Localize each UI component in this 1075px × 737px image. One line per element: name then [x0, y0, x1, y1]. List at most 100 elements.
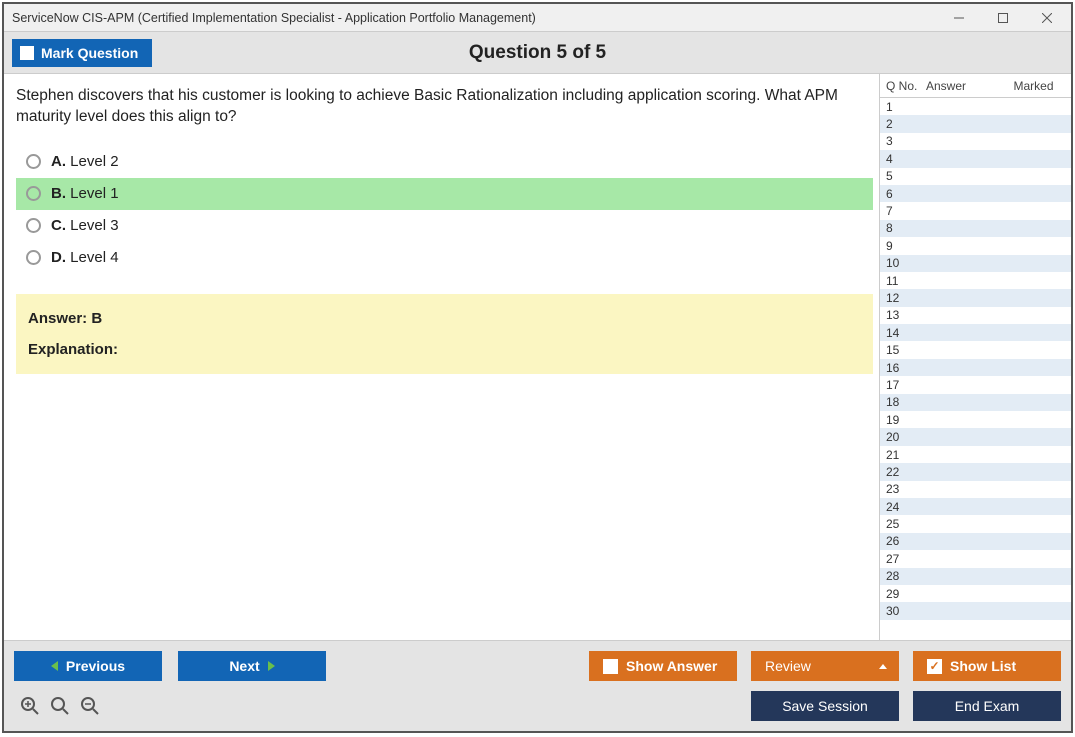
question-list-row[interactable]: 28 — [880, 568, 1071, 585]
maximize-button[interactable] — [981, 5, 1025, 31]
zoom-reset-button[interactable] — [18, 694, 42, 718]
radio-icon — [26, 218, 41, 233]
radio-icon — [26, 186, 41, 201]
option-label: B. Level 1 — [51, 185, 119, 202]
explanation-label: Explanation: — [28, 341, 861, 358]
question-panel: Stephen discovers that his customer is l… — [4, 74, 879, 640]
mark-question-label: Mark Question — [41, 45, 138, 61]
radio-icon — [26, 154, 41, 169]
minimize-button[interactable] — [937, 5, 981, 31]
question-list-row[interactable]: 18 — [880, 394, 1071, 411]
show-list-label: Show List — [950, 658, 1016, 674]
question-list-row[interactable]: 22 — [880, 463, 1071, 480]
option-C[interactable]: C. Level 3 — [16, 210, 873, 242]
checkbox-checked-icon: ✓ — [927, 659, 942, 674]
zoom-out-button[interactable] — [78, 694, 102, 718]
question-list-row[interactable]: 13 — [880, 307, 1071, 324]
arrow-right-icon — [268, 661, 275, 671]
previous-button[interactable]: Previous — [14, 651, 162, 681]
question-list-row[interactable]: 11 — [880, 272, 1071, 289]
close-icon — [1042, 13, 1052, 23]
question-list-row[interactable]: 8 — [880, 220, 1071, 237]
question-list-row[interactable]: 24 — [880, 498, 1071, 515]
save-session-button[interactable]: Save Session — [751, 691, 899, 721]
question-list-row[interactable]: 4 — [880, 150, 1071, 167]
answer-label: Answer: B — [28, 310, 861, 327]
question-text: Stephen discovers that his customer is l… — [16, 86, 873, 128]
save-session-label: Save Session — [782, 698, 868, 714]
question-list-row[interactable]: 27 — [880, 550, 1071, 567]
zoom-in-button[interactable] — [48, 694, 72, 718]
review-button[interactable]: Review — [751, 651, 899, 681]
window-title: ServiceNow CIS-APM (Certified Implementa… — [12, 11, 536, 25]
checkbox-icon — [20, 46, 34, 60]
question-list-row[interactable]: 19 — [880, 411, 1071, 428]
zoom-controls — [14, 694, 102, 718]
question-list-row[interactable]: 15 — [880, 341, 1071, 358]
checkbox-icon — [603, 659, 618, 674]
minimize-icon — [954, 13, 964, 23]
show-answer-button[interactable]: Show Answer — [589, 651, 737, 681]
zoom-in-icon — [50, 696, 70, 716]
question-list-row[interactable]: 1 — [880, 98, 1071, 115]
titlebar: ServiceNow CIS-APM (Certified Implementa… — [4, 4, 1071, 32]
window-controls — [937, 5, 1069, 31]
question-list-row[interactable]: 29 — [880, 585, 1071, 602]
question-counter: Question 5 of 5 — [4, 42, 1071, 64]
action-buttons: Show Answer Review ✓ Show List — [589, 651, 1061, 681]
question-list-row[interactable]: 26 — [880, 533, 1071, 550]
close-button[interactable] — [1025, 5, 1069, 31]
option-D[interactable]: D. Level 4 — [16, 242, 873, 274]
zoom-out-icon — [80, 696, 100, 716]
question-list-row[interactable]: 10 — [880, 255, 1071, 272]
question-list-row[interactable]: 5 — [880, 168, 1071, 185]
zoom-reset-icon — [20, 696, 40, 716]
nav-buttons: Previous Next — [14, 651, 326, 681]
footer-row-2: Save Session End Exam — [14, 691, 1061, 721]
end-exam-label: End Exam — [955, 698, 1020, 714]
maximize-icon — [998, 13, 1008, 23]
option-label: D. Level 4 — [51, 249, 119, 266]
show-answer-label: Show Answer — [626, 658, 717, 674]
next-label: Next — [229, 658, 259, 674]
col-header-marked: Marked — [996, 79, 1071, 93]
answer-box: Answer: B Explanation: — [16, 294, 873, 374]
question-list-row[interactable]: 20 — [880, 428, 1071, 445]
option-label: C. Level 3 — [51, 217, 119, 234]
question-list-row[interactable]: 12 — [880, 289, 1071, 306]
question-list-row[interactable]: 14 — [880, 324, 1071, 341]
content-area: Stephen discovers that his customer is l… — [4, 74, 1071, 640]
option-label: A. Level 2 — [51, 153, 119, 170]
question-list-row[interactable]: 16 — [880, 359, 1071, 376]
question-list-row[interactable]: 2 — [880, 115, 1071, 132]
options-list: A. Level 2 B. Level 1 C. Level 3 D. Level 4 — [16, 146, 873, 274]
option-B[interactable]: B. Level 1 — [16, 178, 873, 210]
question-list-row[interactable]: 21 — [880, 446, 1071, 463]
session-buttons: Save Session End Exam — [751, 691, 1061, 721]
question-list-row[interactable]: 17 — [880, 376, 1071, 393]
question-list[interactable]: 1234567891011121314151617181920212223242… — [880, 98, 1071, 640]
question-list-row[interactable]: 7 — [880, 202, 1071, 219]
question-list-row[interactable]: 23 — [880, 481, 1071, 498]
mark-question-button[interactable]: Mark Question — [12, 39, 152, 67]
previous-label: Previous — [66, 658, 125, 674]
header-bar: Mark Question Question 5 of 5 — [4, 32, 1071, 74]
end-exam-button[interactable]: End Exam — [913, 691, 1061, 721]
show-list-button[interactable]: ✓ Show List — [913, 651, 1061, 681]
question-list-row[interactable]: 6 — [880, 185, 1071, 202]
footer-bar: Previous Next Show Answer Review ✓ Show … — [4, 640, 1071, 731]
next-button[interactable]: Next — [178, 651, 326, 681]
col-header-qno: Q No. — [880, 79, 926, 93]
option-A[interactable]: A. Level 2 — [16, 146, 873, 178]
footer-row-1: Previous Next Show Answer Review ✓ Show … — [14, 651, 1061, 681]
question-list-row[interactable]: 25 — [880, 515, 1071, 532]
review-label: Review — [765, 658, 811, 674]
radio-icon — [26, 250, 41, 265]
question-list-header: Q No. Answer Marked — [880, 74, 1071, 98]
question-list-row[interactable]: 3 — [880, 133, 1071, 150]
question-list-row[interactable]: 30 — [880, 602, 1071, 619]
question-list-row[interactable]: 9 — [880, 237, 1071, 254]
col-header-answer: Answer — [926, 79, 996, 93]
question-list-panel: Q No. Answer Marked 12345678910111213141… — [879, 74, 1071, 640]
arrow-left-icon — [51, 661, 58, 671]
